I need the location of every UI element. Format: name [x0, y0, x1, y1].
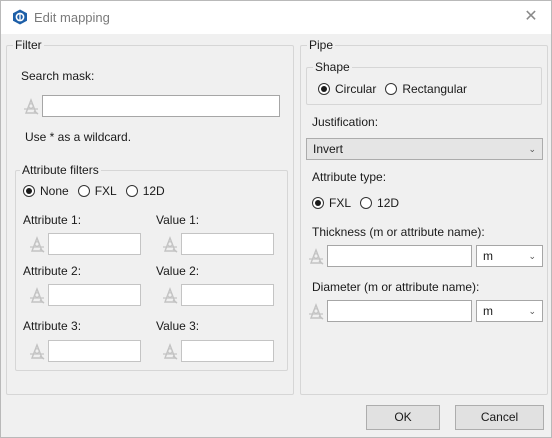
- window-title: Edit mapping: [34, 10, 110, 25]
- ok-button[interactable]: OK: [366, 405, 440, 430]
- radio-12d[interactable]: 12D: [125, 184, 165, 198]
- attribute-1-input[interactable]: [48, 233, 141, 255]
- attribute-filter-radio-group: None FXL 12D: [23, 183, 174, 199]
- radio-fxl[interactable]: FXL: [77, 184, 117, 198]
- radio-circular-label: Circular: [335, 82, 377, 96]
- radio-fxl-indicator: [77, 185, 90, 197]
- diameter-label: Diameter (m or attribute name):: [312, 280, 480, 294]
- value-1-label: Value 1:: [156, 213, 200, 227]
- shape-legend: Shape: [313, 60, 352, 74]
- diameter-unit-select[interactable]: m ⌄: [476, 300, 543, 322]
- radio-type-fxl-label: FXL: [329, 196, 352, 210]
- radio-type-fxl-indicator: [312, 197, 324, 209]
- diameter-unit-value: m: [483, 304, 493, 318]
- value-1-input[interactable]: [181, 233, 274, 255]
- diameter-picker-icon[interactable]: [307, 302, 325, 320]
- radio-12d-label: 12D: [142, 184, 165, 198]
- pipe-legend: Pipe: [307, 38, 336, 52]
- radio-none-label: None: [40, 184, 69, 198]
- justification-select[interactable]: Invert ⌄: [306, 138, 543, 160]
- attribute-type-label: Attribute type:: [312, 170, 387, 184]
- close-icon: ✕: [524, 8, 538, 25]
- radio-type-12d[interactable]: 12D: [360, 196, 399, 210]
- attribute-type-radio-group: FXL 12D: [312, 195, 408, 211]
- radio-none[interactable]: None: [23, 184, 69, 198]
- cancel-button[interactable]: Cancel: [455, 405, 544, 430]
- radio-rectangular-indicator: [385, 83, 398, 95]
- filter-legend: Filter: [13, 38, 44, 52]
- value-3-input[interactable]: [181, 340, 274, 362]
- justification-value: Invert: [313, 142, 344, 156]
- thickness-label: Thickness (m or attribute name):: [312, 225, 485, 239]
- attribute-3-input[interactable]: [48, 340, 141, 362]
- value-2-input[interactable]: [181, 284, 274, 306]
- thickness-input[interactable]: [327, 245, 472, 267]
- radio-type-fxl[interactable]: FXL: [312, 196, 351, 210]
- shape-radio-group: Circular Rectangular: [318, 81, 476, 97]
- value-2-label: Value 2:: [156, 264, 200, 278]
- value-1-picker-icon[interactable]: [161, 235, 179, 253]
- radio-rectangular[interactable]: Rectangular: [385, 82, 467, 96]
- radio-circular-indicator: [318, 83, 330, 95]
- edit-mapping-dialog: Edit mapping ✕ Filter Search mask: Use *…: [0, 0, 552, 438]
- close-button[interactable]: ✕: [521, 7, 541, 27]
- search-mask-input[interactable]: [42, 95, 280, 117]
- chevron-down-icon: ⌄: [528, 251, 536, 261]
- thickness-picker-icon[interactable]: [307, 247, 325, 265]
- value-3-label: Value 3:: [156, 319, 200, 333]
- radio-type-12d-label: 12D: [377, 196, 400, 210]
- attribute-picker-icon[interactable]: [22, 97, 40, 115]
- wildcard-hint: Use * as a wildcard.: [25, 130, 132, 144]
- radio-circular[interactable]: Circular: [318, 82, 376, 96]
- attribute-2-input[interactable]: [48, 284, 141, 306]
- thickness-unit-value: m: [483, 249, 493, 263]
- attribute-3-label: Attribute 3:: [23, 319, 82, 333]
- chevron-down-icon: ⌄: [528, 306, 536, 316]
- value-3-picker-icon[interactable]: [161, 342, 179, 360]
- search-mask-label: Search mask:: [21, 69, 95, 83]
- value-2-picker-icon[interactable]: [161, 286, 179, 304]
- attribute-1-picker-icon[interactable]: [28, 235, 46, 253]
- radio-type-12d-indicator: [360, 197, 373, 209]
- attribute-1-label: Attribute 1:: [23, 213, 82, 227]
- attribute-3-picker-icon[interactable]: [28, 342, 46, 360]
- radio-none-indicator: [23, 185, 35, 197]
- attribute-filters-legend: Attribute filters: [20, 163, 101, 177]
- attribute-2-label: Attribute 2:: [23, 264, 82, 278]
- diameter-input[interactable]: [327, 300, 472, 322]
- radio-12d-indicator: [125, 185, 138, 197]
- attribute-2-picker-icon[interactable]: [28, 286, 46, 304]
- chevron-down-icon: ⌄: [528, 144, 536, 154]
- app-logo-icon: [13, 9, 27, 25]
- thickness-unit-select[interactable]: m ⌄: [476, 245, 543, 267]
- radio-rectangular-label: Rectangular: [402, 82, 468, 96]
- title-bar: Edit mapping ✕: [1, 1, 551, 34]
- radio-fxl-label: FXL: [94, 184, 117, 198]
- justification-label: Justification:: [312, 115, 379, 129]
